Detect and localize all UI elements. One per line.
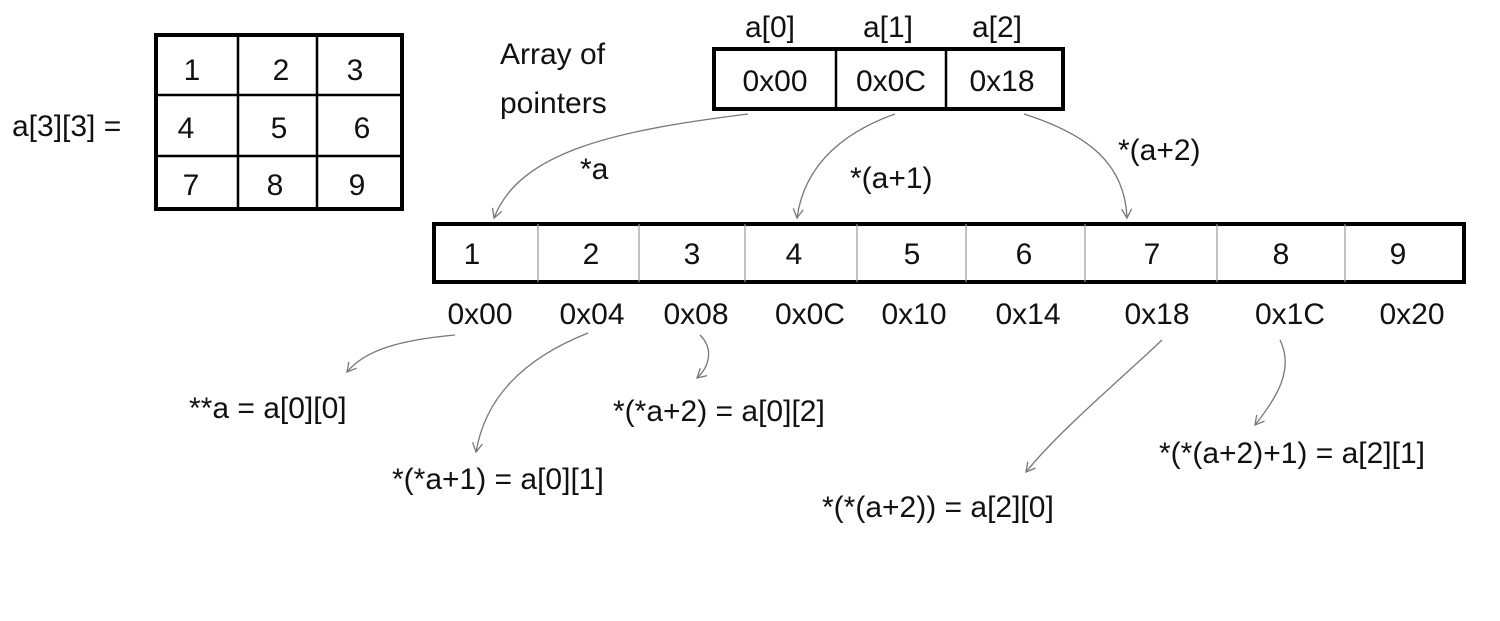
matrix-cell: 9 xyxy=(349,169,366,202)
pointer-array: Array of pointers a[0] a[1] a[2] 0x00 0x… xyxy=(500,11,1065,120)
memory-address: 0x00 xyxy=(447,298,512,331)
memory-address: 0x18 xyxy=(1124,298,1189,331)
memory-address: 0x10 xyxy=(881,298,946,331)
pointer-value: 0x0C xyxy=(856,65,926,98)
memory-cell: 1 xyxy=(464,238,481,271)
pointer-diagram: a[3][3] = 1 2 3 4 5 6 7 8 9 Array of poi… xyxy=(12,11,1466,524)
matrix-cell: 2 xyxy=(273,54,290,87)
expression-label: *(*(a+2)+1) = a[2][1] xyxy=(1159,437,1425,470)
memory-address: 0x08 xyxy=(663,298,728,331)
deref-label: *a xyxy=(580,153,609,186)
memory-cell: 5 xyxy=(904,238,921,271)
memory-block: 1 2 3 4 5 6 7 8 9 xyxy=(432,222,1466,284)
memory-addresses: 0x00 0x04 0x08 0x0C 0x10 0x14 0x18 0x1C … xyxy=(447,298,1444,331)
memory-cell: 9 xyxy=(1390,238,1407,271)
memory-address: 0x04 xyxy=(559,298,624,331)
matrix-cell: 3 xyxy=(347,54,364,87)
deref-arrow xyxy=(491,113,749,220)
deref-arrow xyxy=(1023,113,1133,220)
pointer-header: a[2] xyxy=(972,11,1022,44)
memory-cell: 8 xyxy=(1273,238,1290,271)
matrix-cell: 4 xyxy=(178,112,195,145)
matrix-cell: 1 xyxy=(184,54,201,87)
matrix-label: a[3][3] = xyxy=(12,110,121,143)
memory-address: 0x1C xyxy=(1255,298,1325,331)
memory-address: 0x0C xyxy=(775,298,845,331)
memory-cell: 2 xyxy=(583,238,600,271)
expression-arrow xyxy=(696,334,710,379)
pointer-header: a[0] xyxy=(745,11,795,44)
matrix-cell: 6 xyxy=(354,112,371,145)
matrix-cell: 7 xyxy=(183,169,200,202)
matrix-cell: 8 xyxy=(267,169,284,202)
memory-cell: 7 xyxy=(1144,238,1161,271)
memory-cell: 6 xyxy=(1016,238,1033,271)
expression-arrow xyxy=(471,332,589,454)
expressions: **a = a[0][0] *(*a+1) = a[0][1] *(*a+2) … xyxy=(189,392,1425,524)
matrix-cell: 5 xyxy=(271,112,288,145)
pointer-value: 0x18 xyxy=(969,65,1034,98)
expression-arrow xyxy=(1254,339,1286,427)
matrix: a[3][3] = 1 2 3 4 5 6 7 8 9 xyxy=(12,33,404,211)
pointer-array-caption: pointers xyxy=(500,87,607,120)
expression-label: *(*a+2) = a[0][2] xyxy=(613,395,825,428)
expression-label: *(*(a+2)) = a[2][0] xyxy=(822,491,1054,524)
memory-address: 0x20 xyxy=(1379,298,1444,331)
deref-label: *(a+1) xyxy=(850,162,933,195)
deref-label: *(a+2) xyxy=(1118,134,1201,167)
expression-label: **a = a[0][0] xyxy=(189,392,347,425)
memory-address: 0x14 xyxy=(995,298,1060,331)
pointer-value: 0x00 xyxy=(742,65,807,98)
pointer-header: a[1] xyxy=(863,11,913,44)
pointer-array-caption: Array of xyxy=(500,38,606,71)
memory-cell: 3 xyxy=(684,238,701,271)
memory-cell: 4 xyxy=(786,238,803,271)
expression-arrow xyxy=(346,334,456,374)
expression-label: *(*a+1) = a[0][1] xyxy=(392,463,604,496)
expression-arrow xyxy=(1025,339,1163,474)
